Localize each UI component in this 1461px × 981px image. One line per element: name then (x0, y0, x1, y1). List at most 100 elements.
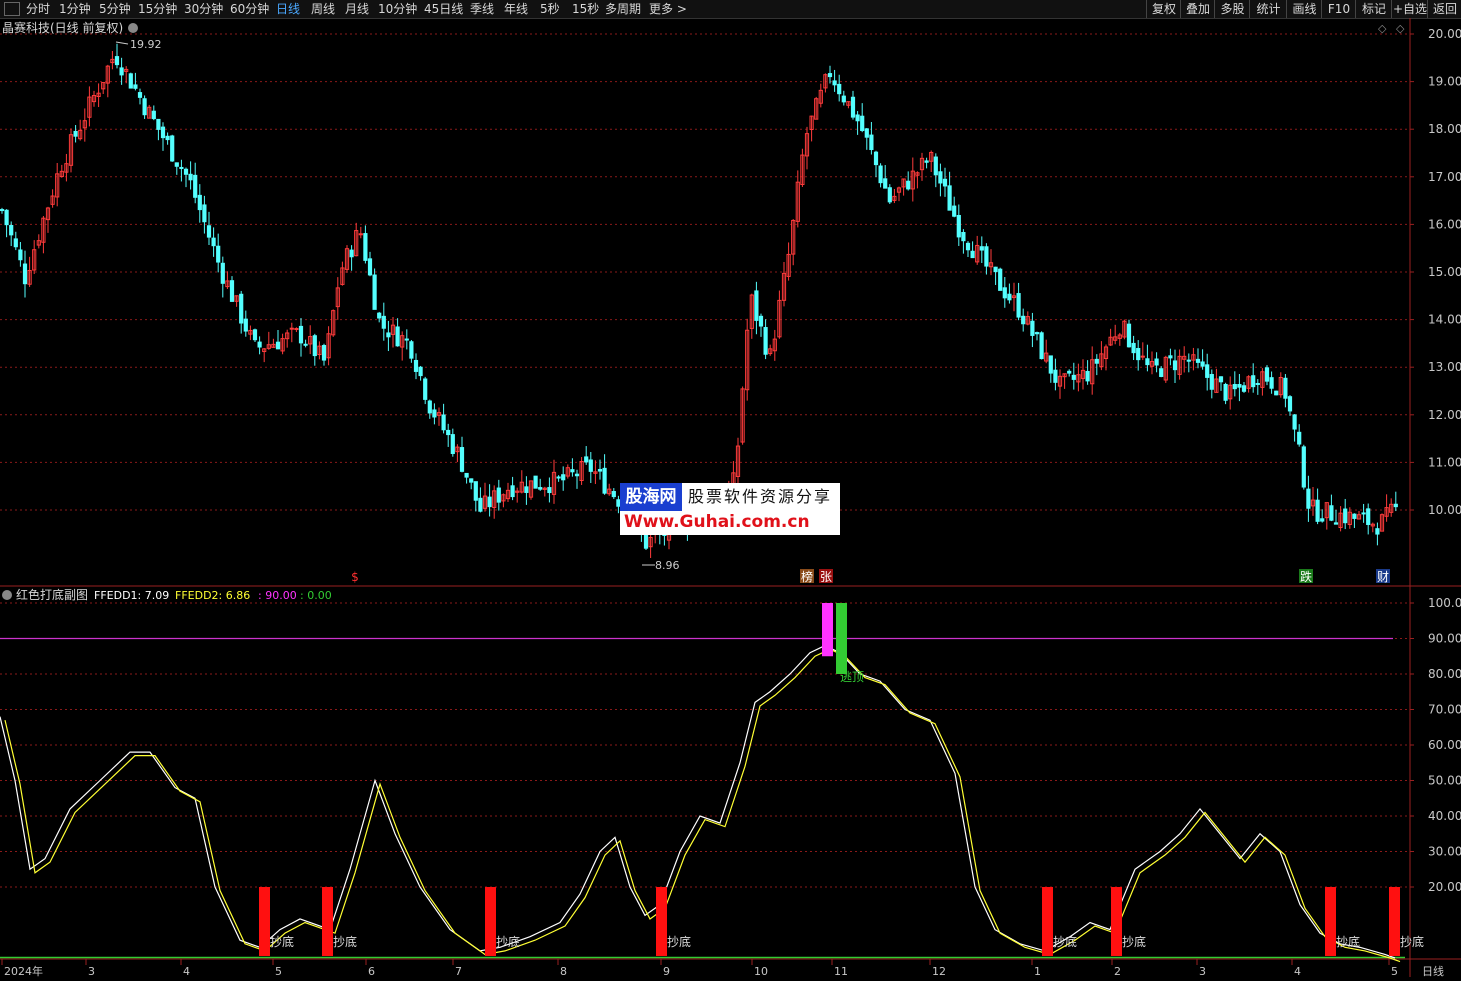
bottom-signal-label: 抄底 (496, 934, 520, 949)
ffedd1-label: FFEDD1: 7.09 (94, 589, 169, 602)
candle-body (165, 135, 170, 141)
period-button-16[interactable]: 更多 > (649, 0, 687, 18)
candle-body (206, 225, 212, 238)
bottom-signal-label: 抄底 (1336, 934, 1360, 949)
candle-body (1301, 446, 1306, 488)
period-button-8[interactable]: 月线 (345, 0, 369, 18)
event-marker: 张 (820, 570, 832, 584)
bottom-signal-label: 抄底 (667, 934, 691, 949)
candle-body (487, 496, 492, 508)
candle-body (533, 475, 538, 489)
candle-body (252, 329, 258, 341)
period-button-12[interactable]: 年线 (504, 0, 528, 18)
period-button-6[interactable]: 日线 (276, 0, 300, 18)
candle-body (979, 246, 984, 251)
tool-button-0[interactable]: 复权 (1146, 0, 1181, 18)
bottom-signal-label: 抄底 (333, 934, 357, 949)
period-button-15[interactable]: 多周期 (605, 0, 641, 18)
price-tick-label: 16.00 (1428, 217, 1461, 231)
period-button-0[interactable]: 分时 (26, 0, 50, 18)
candle-body (850, 96, 856, 118)
period-button-1[interactable]: 1分钟 (59, 0, 91, 18)
tool-button-5[interactable]: F10 (1321, 0, 1356, 18)
candle-body (1067, 370, 1072, 374)
date-label: 3 (88, 965, 95, 977)
candle-body (1205, 364, 1210, 378)
tool-button-6[interactable]: 标记 (1355, 0, 1392, 18)
candle-body (1030, 320, 1035, 336)
panel-toggle-icon[interactable] (4, 2, 20, 16)
date-label: 6 (368, 965, 375, 977)
tool-button-7[interactable]: +自选 (1391, 0, 1428, 18)
candle-body (73, 130, 78, 137)
tool-button-3[interactable]: 统计 (1249, 0, 1287, 18)
candle-body (395, 326, 400, 347)
indicator-tick-label: 90.00 (1428, 632, 1461, 646)
candle-body (321, 345, 327, 361)
candle-body (1287, 396, 1293, 412)
candle-body (1159, 368, 1164, 377)
candle-body (188, 173, 193, 181)
candle-body (1361, 512, 1366, 515)
chevron-down-icon (2, 590, 12, 600)
candle-body (841, 95, 846, 103)
candle-body (1218, 376, 1224, 383)
candle-body (13, 238, 18, 248)
bottom-signal-bar (1389, 887, 1400, 956)
period-button-10[interactable]: 45日线 (424, 0, 463, 18)
date-label: 4 (183, 965, 190, 977)
candle-body (446, 429, 451, 436)
period-button-14[interactable]: 15秒 (572, 0, 599, 18)
candle-body (510, 485, 515, 498)
period-button-11[interactable]: 季线 (470, 0, 494, 18)
candle-body (1306, 488, 1311, 509)
period-button-4[interactable]: 30分钟 (184, 0, 223, 18)
candle-body (1343, 508, 1348, 524)
candle-body (1039, 332, 1044, 360)
candle-body (128, 73, 133, 89)
candle-body (1048, 355, 1053, 374)
tool-button-1[interactable]: 叠加 (1180, 0, 1215, 18)
high-pointer (115, 41, 129, 45)
candle-body (381, 315, 386, 329)
candle-body (1053, 369, 1058, 383)
candle-body (1241, 385, 1247, 392)
period-button-3[interactable]: 15分钟 (138, 0, 177, 18)
date-label: 10 (754, 965, 768, 977)
candle-body (961, 231, 966, 242)
candle-body (303, 343, 308, 346)
period-button-5[interactable]: 60分钟 (230, 0, 269, 18)
bottom-signal-bar (656, 887, 667, 956)
candle-body (409, 341, 414, 359)
candle-body (160, 126, 166, 139)
candle-body (597, 468, 603, 472)
price-tick-label: 12.00 (1428, 408, 1461, 422)
candle-body (216, 245, 221, 263)
bottom-signal-bar (1111, 887, 1122, 956)
candle-body (827, 73, 833, 78)
tool-button-8[interactable]: 返回 (1427, 0, 1461, 18)
candle-body (1071, 374, 1076, 380)
candle-body (413, 359, 419, 372)
period-button-2[interactable]: 5分钟 (99, 0, 131, 18)
candle-body (1034, 332, 1040, 335)
candle-body (377, 312, 382, 319)
level-hi-label: : 90.00 (258, 589, 297, 602)
candle-body (441, 414, 446, 431)
date-label: 4 (1294, 965, 1301, 977)
candle-body (906, 180, 911, 190)
candle-body (1223, 383, 1228, 401)
period-button-7[interactable]: 周线 (311, 0, 335, 18)
candle-body (873, 151, 879, 166)
period-toolbar: 分时 1分钟 5分钟 15分钟 30分钟 60分钟 日线 周线 月线 10分钟 45日线 季线 年线 5秒… (0, 0, 1461, 19)
candle-body (450, 434, 455, 454)
candle-body (938, 171, 943, 184)
bottom-signal-bar (485, 887, 496, 956)
candle-body (1172, 360, 1178, 371)
candle-body (538, 487, 543, 490)
period-button-13[interactable]: 5秒 (540, 0, 560, 18)
tool-button-2[interactable]: 多股 (1214, 0, 1250, 18)
candle-body (294, 328, 299, 331)
tool-button-4[interactable]: 画线 (1286, 0, 1322, 18)
period-button-9[interactable]: 10分钟 (378, 0, 417, 18)
